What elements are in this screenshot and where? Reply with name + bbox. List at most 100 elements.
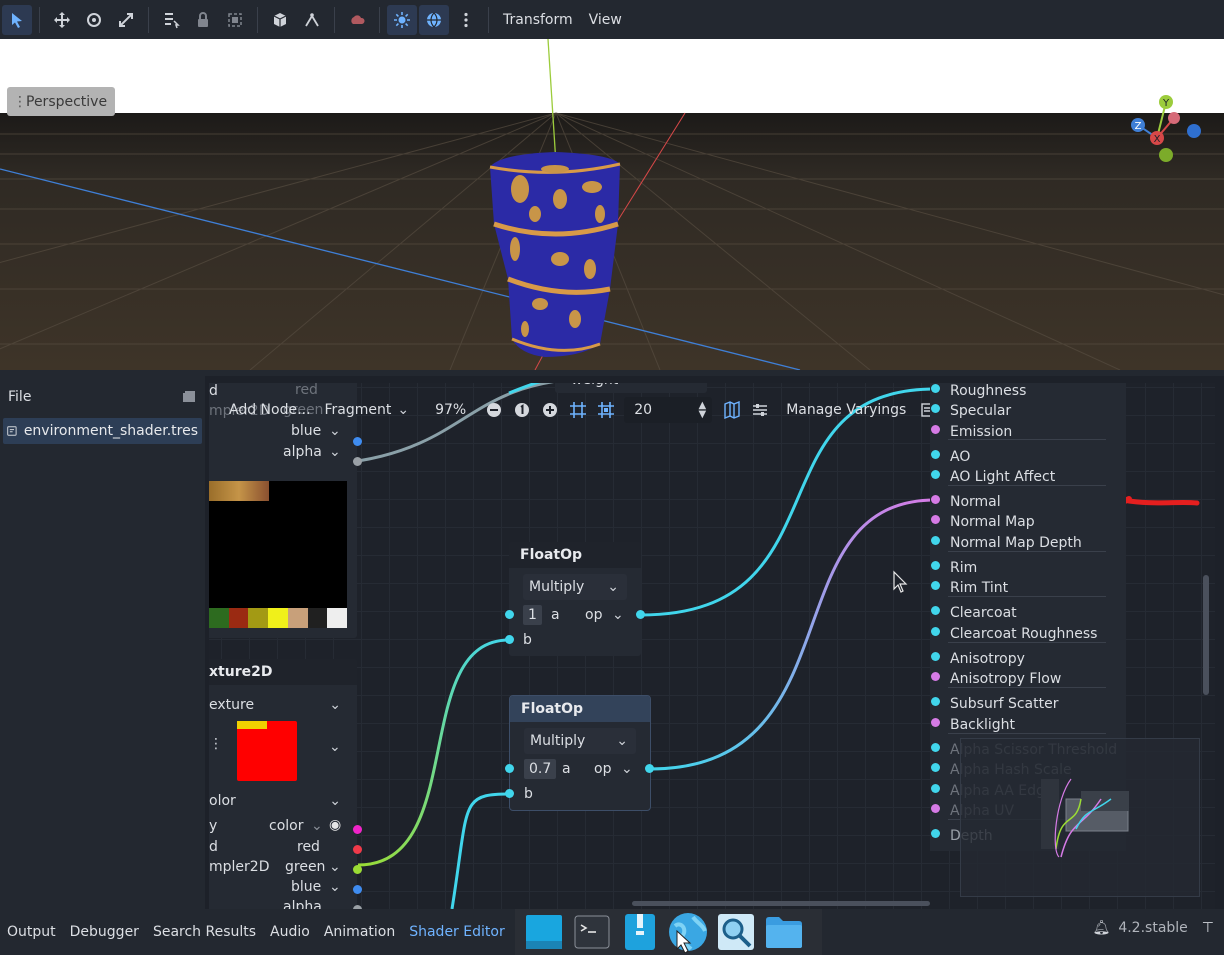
toggle-environment-button[interactable] xyxy=(419,4,449,35)
graph-horizontal-scrollbar[interactable] xyxy=(632,901,930,906)
port-blue[interactable] xyxy=(353,437,362,446)
expand-alpha-icon[interactable]: ⌄ xyxy=(329,444,341,460)
dock-desktop-button[interactable] xyxy=(523,911,565,953)
orientation-gizmo[interactable]: Y Z X xyxy=(1126,90,1206,166)
arrange-nodes-button[interactable] xyxy=(746,396,774,424)
floatop-2-input-a[interactable]: 0.7 xyxy=(524,759,557,779)
floatop-node-2[interactable]: FloatOp Multiply ⌄ 0.7 a op ⌄ b xyxy=(505,695,654,811)
floatop-2-a-value[interactable]: 0.7 xyxy=(524,759,557,779)
output-port-rim[interactable] xyxy=(931,561,940,570)
tab-debugger[interactable]: Debugger xyxy=(63,924,146,940)
tab-animation[interactable]: Animation xyxy=(317,924,402,940)
notification-bell-icon[interactable]: 🔔︎ xyxy=(1093,920,1111,936)
toggle-sun-button[interactable] xyxy=(387,4,417,35)
port-blue[interactable] xyxy=(353,885,362,894)
zoom-in-button[interactable] xyxy=(536,396,564,424)
floatop-1-a-value[interactable]: 1 xyxy=(523,605,542,625)
floatop-1-operator-select[interactable]: Multiply ⌄ xyxy=(523,574,627,600)
group-button[interactable] xyxy=(220,5,250,35)
port-green[interactable] xyxy=(353,865,362,874)
more-options-button[interactable] xyxy=(451,5,481,35)
floatop-node-1[interactable]: FloatOp Multiply ⌄ 1 a op ⌄ b xyxy=(505,542,645,656)
add-node-button[interactable]: Add Node... xyxy=(209,402,318,418)
preview-sunlight-button[interactable] xyxy=(342,5,372,35)
dock-browser-button[interactable] xyxy=(667,911,709,953)
drag-handle-icon[interactable]: ⋮ xyxy=(209,736,223,752)
output-port-backlight[interactable] xyxy=(931,718,940,727)
output-port-subsurf-scatter[interactable] xyxy=(931,697,940,706)
floatop-1-input-a[interactable]: 1 xyxy=(523,605,542,625)
layout-toggle-icon[interactable] xyxy=(181,390,197,404)
dock-terminal-button[interactable] xyxy=(571,911,613,953)
output-port-normal-map-depth[interactable] xyxy=(931,536,940,545)
file-item-environment-shader[interactable]: environment_shader.tres xyxy=(3,418,202,444)
snap-object-button[interactable] xyxy=(265,5,295,35)
port-alpha[interactable] xyxy=(353,457,362,466)
zoom-out-button[interactable] xyxy=(480,396,508,424)
graph-vertical-scrollbar[interactable] xyxy=(1203,575,1209,695)
color-source-select[interactable]: olor ⌄ xyxy=(209,788,347,814)
ruler-button[interactable] xyxy=(297,5,327,35)
snap-distance-spinbox[interactable]: 20 ▲ ▼ xyxy=(624,397,713,423)
output-port-ao[interactable] xyxy=(931,450,940,459)
pin-panel-icon[interactable]: ⊤ xyxy=(1202,920,1214,936)
output-port-alpha-uv[interactable] xyxy=(931,804,940,813)
lock-button[interactable] xyxy=(188,5,218,35)
output-port-normal[interactable] xyxy=(931,495,940,504)
floatop-2-port-out[interactable] xyxy=(645,764,654,773)
dock-files-button[interactable] xyxy=(763,911,805,953)
output-port-clearcoat[interactable] xyxy=(931,606,940,615)
texture2d-node-title[interactable]: xture2D xyxy=(209,659,357,685)
chevron-down-icon[interactable]: ⌄ xyxy=(311,818,323,834)
port-red[interactable] xyxy=(353,845,362,854)
view-menu[interactable]: View xyxy=(581,12,630,28)
output-port-anisotropy-flow[interactable] xyxy=(931,672,940,681)
list-select-button[interactable] xyxy=(156,5,186,35)
output-port-specular[interactable] xyxy=(931,404,940,413)
floatop-1-port-out[interactable] xyxy=(636,610,645,619)
file-menu[interactable]: File xyxy=(8,389,31,405)
graph-minimap[interactable] xyxy=(960,738,1200,897)
toggle-grid-button[interactable] xyxy=(564,396,592,424)
expand-output-icon[interactable]: ⌄ xyxy=(612,607,624,623)
floatop-2-port-b[interactable] xyxy=(505,789,514,798)
output-port-depth[interactable] xyxy=(931,829,940,838)
texture-source-select[interactable]: exture ⌄ xyxy=(209,692,347,718)
output-port-clearcoat-roughness[interactable] xyxy=(931,627,940,636)
3d-viewport[interactable]: ⋮ Perspective Y Z X xyxy=(0,39,1224,370)
expand-output-icon[interactable]: ⌄ xyxy=(621,761,633,777)
expand-blue-icon[interactable]: ⌄ xyxy=(329,423,341,439)
scale-mode-button[interactable] xyxy=(111,5,141,35)
tab-shader-editor[interactable]: Shader Editor xyxy=(402,924,511,940)
move-mode-button[interactable] xyxy=(47,5,77,35)
floatop-2-operator-select[interactable]: Multiply ⌄ xyxy=(524,728,636,754)
zoom-reset-button[interactable] xyxy=(508,396,536,424)
tab-audio[interactable]: Audio xyxy=(263,924,317,940)
tab-search-results[interactable]: Search Results xyxy=(146,924,263,940)
shader-mode-select[interactable]: Fragment ⌄ xyxy=(318,402,415,418)
spin-arrows-icon[interactable]: ▲ ▼ xyxy=(698,401,706,420)
dock-archive-button[interactable] xyxy=(619,911,661,953)
floatop-2-port-a[interactable] xyxy=(505,764,514,773)
toggle-snap-button[interactable] xyxy=(592,396,620,424)
output-port-alpha-hash-scale[interactable] xyxy=(931,763,940,772)
output-port-alpha-scissor-threshold[interactable] xyxy=(931,743,940,752)
output-port-normal-map[interactable] xyxy=(931,515,940,524)
output-port-rim-tint[interactable] xyxy=(931,581,940,590)
eye-icon[interactable]: ◉ xyxy=(329,817,341,833)
weight-node[interactable]: weight xyxy=(555,383,707,393)
floatop-2-title[interactable]: FloatOp xyxy=(510,696,650,722)
rotate-mode-button[interactable] xyxy=(79,5,109,35)
output-port-roughness[interactable] xyxy=(931,384,940,393)
expand-green-icon[interactable]: ⌄ xyxy=(329,859,341,875)
tab-output[interactable]: Output xyxy=(0,924,63,940)
dock-magnifier-button[interactable] xyxy=(715,911,757,953)
port-color[interactable] xyxy=(353,825,362,834)
transform-menu[interactable]: Transform xyxy=(495,12,581,28)
floatop-1-port-b[interactable] xyxy=(505,635,514,644)
floatop-1-title[interactable]: FloatOp xyxy=(509,542,641,568)
output-port-anisotropy[interactable] xyxy=(931,652,940,661)
expand-blue-icon[interactable]: ⌄ xyxy=(329,879,341,895)
perspective-menu-button[interactable]: ⋮ Perspective xyxy=(7,87,116,116)
chevron-down-icon[interactable]: ⌄ xyxy=(329,739,341,755)
